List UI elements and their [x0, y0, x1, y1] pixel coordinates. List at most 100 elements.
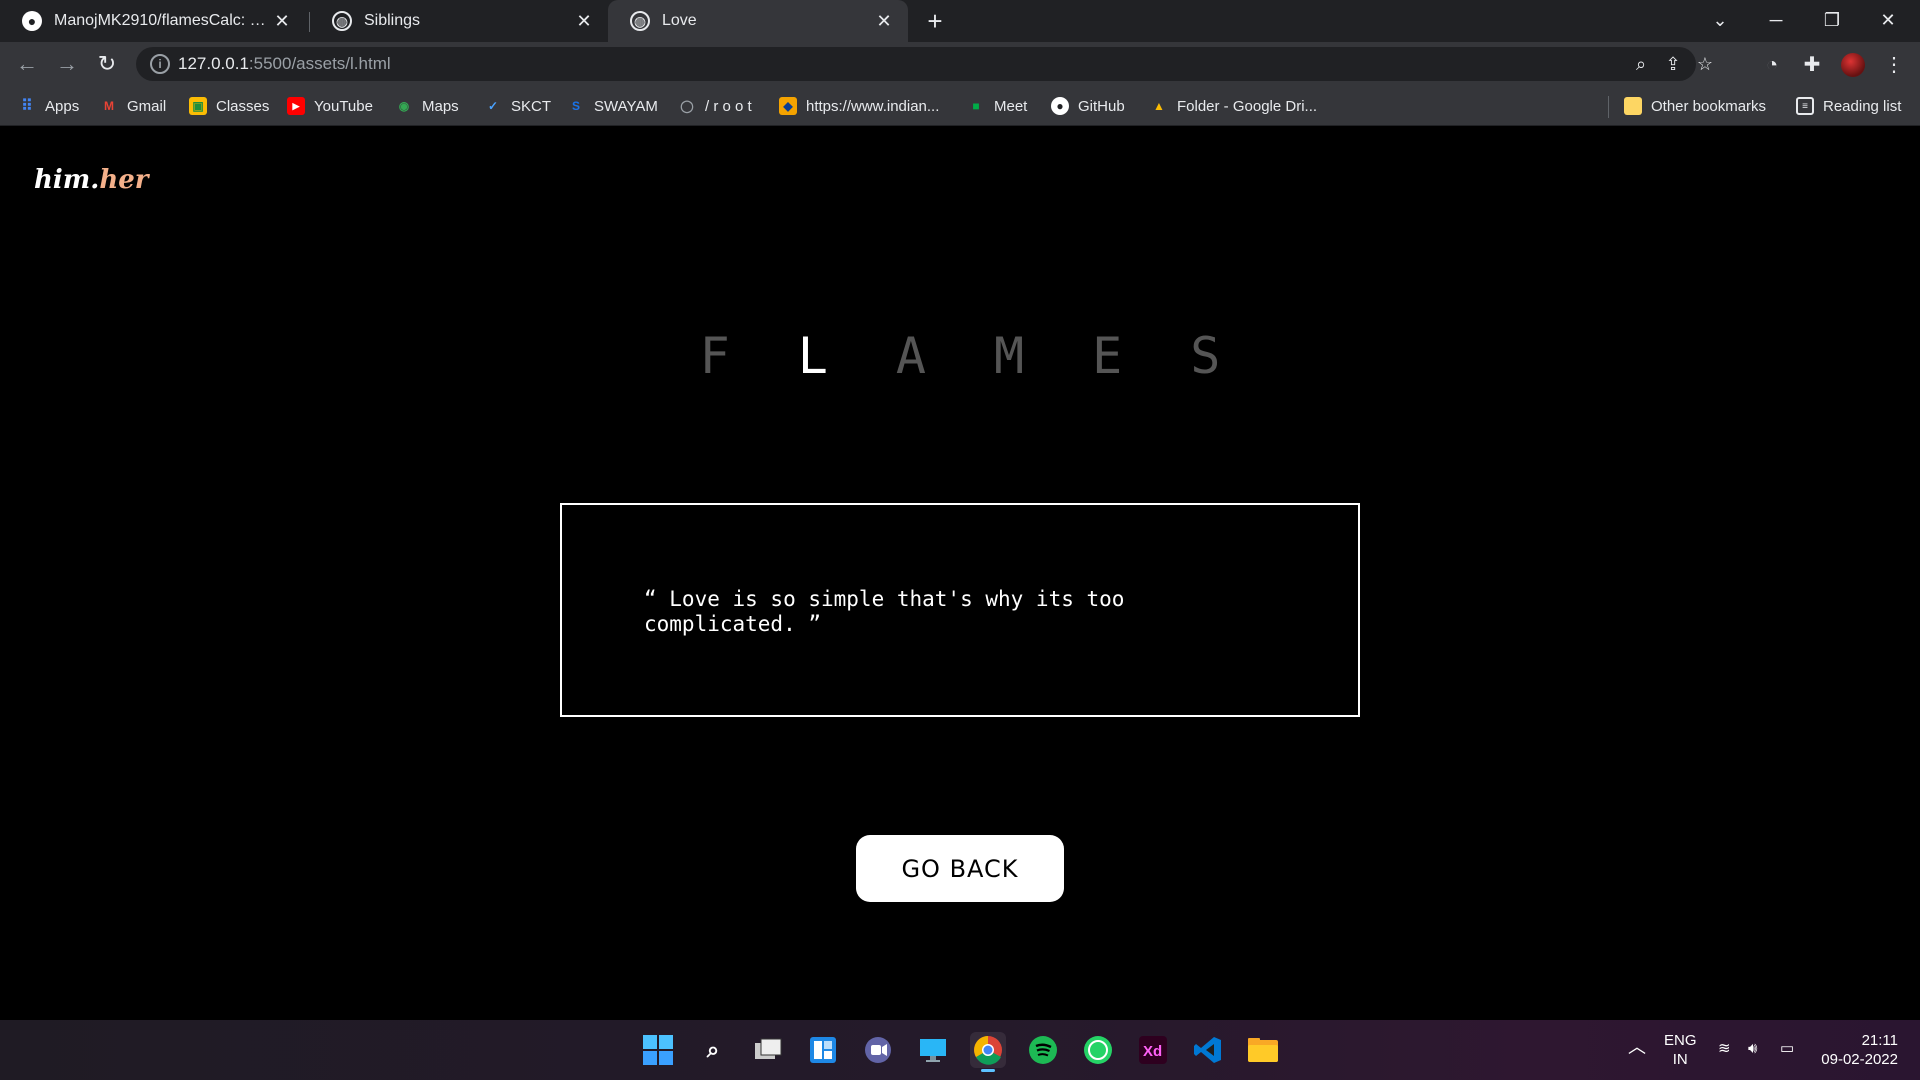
bookmark-skct[interactable]: ✓ SKCT — [484, 95, 551, 117]
address-bar[interactable]: i 127.0.0.1:5500/assets/l.html ⌕ ⇪ ☆ — [136, 47, 1713, 81]
flames-letter-l: L — [797, 327, 828, 385]
bookmark-star-icon[interactable]: ☆ — [1694, 54, 1716, 76]
bookmark-classes[interactable]: ▣ Classes — [189, 95, 269, 117]
maps-icon: ◉ — [398, 99, 410, 113]
search-icon[interactable]: ⌕ — [695, 1032, 731, 1068]
bookmark-meet[interactable]: ■ Meet — [967, 95, 1027, 117]
bookmark-label: Other bookmarks — [1651, 97, 1767, 115]
folder-icon — [1624, 97, 1642, 115]
flames-letter-m: M — [993, 327, 1025, 385]
forward-icon[interactable]: → — [52, 50, 82, 80]
bookmark-apps[interactable]: ⠿ Apps — [18, 95, 79, 117]
drive-icon: ▲ — [1153, 99, 1165, 113]
love-quote: “ Love is so simple that's why its too c… — [644, 587, 1125, 636]
file-explorer-icon[interactable] — [1245, 1032, 1281, 1068]
quote-card: “ Love is so simple that's why its too c… — [560, 503, 1360, 717]
reading-list[interactable]: ≡ Reading list — [1796, 95, 1901, 117]
apps-grid-icon: ⠿ — [21, 98, 33, 115]
root-icon: ◯ — [680, 99, 694, 113]
tab-love[interactable]: ◍ Love ✕ — [608, 0, 908, 42]
whatsapp-icon[interactable] — [1080, 1032, 1116, 1068]
wifi-icon[interactable]: ≋ — [1718, 1039, 1731, 1058]
new-tab-button[interactable]: + — [920, 6, 950, 36]
bookmark-maps[interactable]: ◉ Maps — [395, 95, 459, 117]
profile-avatar[interactable] — [1841, 53, 1865, 77]
windows-taskbar: ⌕ Xd ︿ ENG IN ≋ 🔊︎ ▭ 21:11 09-02-2022 — [0, 1020, 1920, 1080]
tab-label: Love — [662, 12, 697, 29]
teams-chat-icon[interactable] — [860, 1032, 896, 1068]
battery-icon[interactable]: ▭ — [1780, 1039, 1794, 1058]
restore-button[interactable]: ❐ — [1804, 0, 1860, 42]
clock[interactable]: 21:11 09-02-2022 — [1812, 1031, 1898, 1069]
bookmark-indian[interactable]: ◆ https://www.indian... — [779, 95, 939, 117]
back-icon[interactable]: ← — [12, 50, 42, 80]
browser-tab-strip: ● ManojMK2910/flamesCalc: Front ✕ ◍ Sibl… — [0, 0, 1920, 42]
share-icon[interactable]: ⇪ — [1662, 54, 1684, 76]
extension-icon[interactable]: ◔ — [1760, 54, 1784, 78]
clock-date: 09-02-2022 — [1821, 1051, 1898, 1068]
bookmark-youtube[interactable]: ▶ YouTube — [287, 95, 373, 117]
close-icon[interactable]: ✕ — [874, 11, 894, 31]
github-icon: ● — [22, 11, 42, 31]
meet-icon: ■ — [972, 99, 980, 113]
minimize-button[interactable]: ─ — [1748, 0, 1804, 42]
close-icon[interactable]: ✕ — [574, 11, 594, 31]
clock-time: 21:11 — [1861, 1032, 1898, 1049]
classroom-icon: ▣ — [189, 97, 207, 115]
bookmark-swayam[interactable]: S SWAYAM — [567, 95, 658, 117]
flames-letter-f: F — [699, 327, 730, 385]
logo-him: him. — [34, 165, 100, 195]
svg-text:Xd: Xd — [1143, 1043, 1162, 1060]
site-info-icon[interactable]: i — [150, 54, 170, 74]
flames-letter-e: E — [1092, 327, 1123, 385]
bookmarks-bar: ⠿ Apps M Gmail ▣ Classes ▶ YouTube ◉ Maps ✓ SK… — [0, 86, 1920, 126]
language-indicator[interactable]: ENG IN — [1664, 1031, 1697, 1069]
bookmark-label: SWAYAM — [594, 97, 658, 115]
tab-search-icon[interactable]: ⌄ — [1692, 0, 1748, 42]
logo-her: her — [99, 165, 149, 195]
vscode-icon[interactable] — [1190, 1032, 1226, 1068]
desktop-icon[interactable] — [915, 1032, 951, 1068]
skct-icon: ✓ — [487, 99, 499, 113]
go-back-button[interactable]: GO BACK — [856, 835, 1064, 902]
browser-toolbar: ← → ↻ i 127.0.0.1:5500/assets/l.html ⌕ ⇪… — [0, 42, 1920, 86]
adobe-xd-icon[interactable]: Xd — [1135, 1032, 1171, 1068]
spotify-icon[interactable] — [1025, 1032, 1061, 1068]
puzzle-extensions-icon[interactable]: ✚ — [1800, 54, 1824, 78]
chevron-up-icon[interactable]: ︿ — [1628, 1038, 1646, 1057]
volume-icon[interactable]: 🔊︎ — [1748, 1039, 1757, 1058]
bookmark-label: / r o o t — [705, 97, 752, 115]
bookmark-label: Gmail — [127, 97, 167, 115]
widgets-icon[interactable] — [805, 1032, 841, 1068]
bookmark-github[interactable]: ● GitHub — [1051, 95, 1125, 117]
chrome-icon[interactable] — [970, 1032, 1006, 1072]
gmail-icon: M — [104, 99, 114, 113]
menu-kebab-icon[interactable]: ⋮ — [1882, 54, 1906, 78]
other-bookmarks[interactable]: Other bookmarks — [1624, 95, 1766, 117]
youtube-icon: ▶ — [287, 97, 305, 115]
indian-site-icon: ◆ — [779, 97, 797, 115]
task-view-icon[interactable] — [750, 1032, 786, 1068]
bookmark-gmail[interactable]: M Gmail — [100, 95, 166, 117]
bookmark-drive[interactable]: ▲ Folder - Google Dri... — [1150, 95, 1317, 117]
reload-icon[interactable]: ↻ — [92, 50, 122, 80]
globe-icon: ◍ — [630, 11, 650, 31]
bookmark-root[interactable]: ◯ / r o o t — [678, 95, 752, 117]
bookmark-label: GitHub — [1078, 97, 1125, 115]
window-close-button[interactable]: ✕ — [1860, 0, 1916, 42]
tab-github[interactable]: ● ManojMK2910/flamesCalc: Front ✕ — [0, 0, 306, 42]
language-code: ENG — [1664, 1032, 1697, 1049]
region-code: IN — [1672, 1051, 1688, 1068]
windows-start-icon[interactable] — [640, 1032, 676, 1068]
bookmark-label: Folder - Google Dri... — [1177, 97, 1318, 115]
github-icon: ● — [1051, 97, 1069, 115]
tab-siblings[interactable]: ◍ Siblings ✕ — [310, 0, 608, 42]
close-icon[interactable]: ✕ — [272, 11, 292, 31]
bookmark-label: YouTube — [314, 97, 373, 115]
tab-label: Siblings — [364, 12, 421, 29]
tab-label: ManojMK2910/flamesCalc: Front — [54, 12, 274, 29]
site-logo[interactable]: him.her — [34, 165, 149, 195]
url-text[interactable]: 127.0.0.1:5500/assets/l.html — [178, 54, 391, 74]
zoom-icon[interactable]: ⌕ — [1630, 54, 1652, 76]
globe-icon: ◍ — [332, 11, 352, 31]
